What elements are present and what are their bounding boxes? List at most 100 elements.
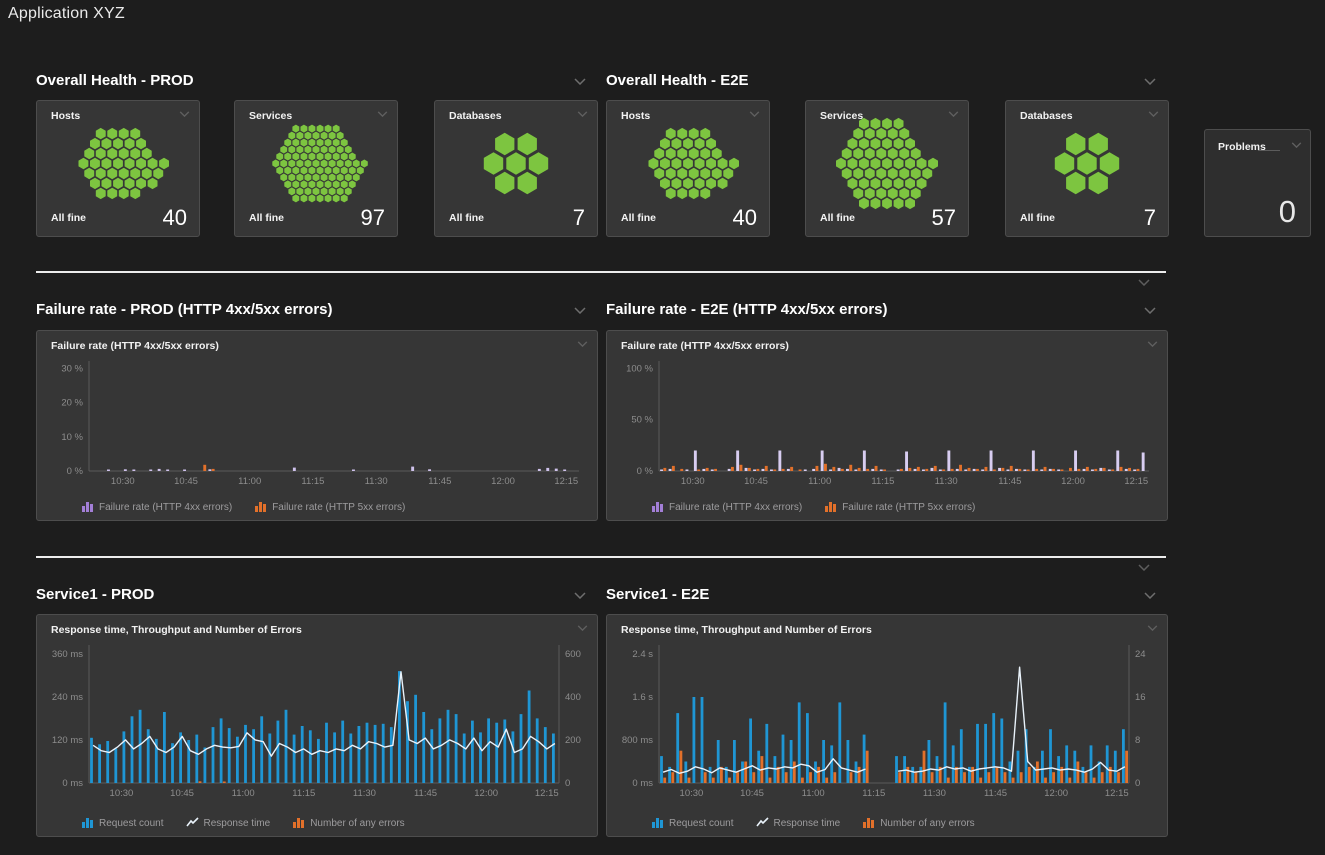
chevron-down-icon[interactable] <box>1291 142 1302 148</box>
bar-chart-icon <box>81 817 94 829</box>
chevron-down-icon[interactable] <box>1147 625 1158 631</box>
count-value: 97 <box>361 205 385 231</box>
failure-prod-chart[interactable]: 30 %20 %10 %0 %10:3010:4511:0011:1511:30… <box>45 357 591 489</box>
legend-item[interactable]: Failure rate (HTTP 5xx errors) <box>254 501 405 513</box>
bar-chart-icon <box>292 817 305 829</box>
chevron-down-icon[interactable] <box>1138 564 1150 571</box>
svg-text:1.6 s: 1.6 s <box>632 692 653 703</box>
chevron-down-icon[interactable] <box>577 341 588 347</box>
chevron-down-icon[interactable] <box>1138 279 1150 286</box>
svg-text:2.4 s: 2.4 s <box>632 649 653 660</box>
svg-text:0: 0 <box>565 778 570 789</box>
health-tile-databases-e2e[interactable]: Databases All fine 7 <box>1005 100 1169 237</box>
legend-item[interactable]: Number of any errors <box>862 817 974 829</box>
section-title-service1-prod: Service1 - PROD <box>36 586 154 603</box>
honeycomb <box>37 115 199 212</box>
legend-item[interactable]: Failure rate (HTTP 5xx errors) <box>824 501 975 513</box>
health-tile-hosts-e2e[interactable]: Hosts All fine 40 <box>606 100 770 237</box>
svg-text:11:00: 11:00 <box>238 476 261 487</box>
chevron-down-icon[interactable] <box>1147 341 1158 347</box>
chart-title: Response time, Throughput and Number of … <box>621 624 872 636</box>
svg-text:24: 24 <box>1135 649 1146 660</box>
count-value: 40 <box>163 205 187 231</box>
section-divider <box>36 271 1166 273</box>
line-chart-icon <box>186 817 199 829</box>
svg-text:8: 8 <box>1135 735 1140 746</box>
problems-tile[interactable]: Problems 0 <box>1204 129 1311 237</box>
bar-chart-icon <box>824 501 837 513</box>
status-label: All fine <box>820 212 855 224</box>
svg-text:11:15: 11:15 <box>862 788 885 799</box>
svg-text:11:45: 11:45 <box>414 788 437 799</box>
chevron-down-icon[interactable] <box>1144 78 1156 85</box>
svg-text:12:00: 12:00 <box>1061 476 1085 487</box>
svg-text:10:45: 10:45 <box>744 476 768 487</box>
chart-title: Failure rate (HTTP 4xx/5xx errors) <box>621 340 789 352</box>
svg-text:12:15: 12:15 <box>1105 788 1129 799</box>
legend-item[interactable]: Request count <box>81 817 164 829</box>
chart-title: Response time, Throughput and Number of … <box>51 624 302 636</box>
svg-text:30 %: 30 % <box>61 363 83 374</box>
chart-svg: 30 %20 %10 %0 %10:3010:4511:0011:1511:30… <box>45 357 591 489</box>
svg-text:10:30: 10:30 <box>680 788 704 799</box>
chart-legend: Failure rate (HTTP 4xx errors) Failure ra… <box>651 501 975 513</box>
svg-text:360 ms: 360 ms <box>52 649 83 660</box>
count-value: 7 <box>1144 205 1156 231</box>
section-title-overall-health-prod: Overall Health - PROD <box>36 72 194 89</box>
failure-e2e-chart[interactable]: 100 %50 %0 %10:3010:4511:0011:1511:3011:… <box>615 357 1161 489</box>
chart-legend: Failure rate (HTTP 4xx errors) Failure ra… <box>81 501 405 513</box>
count-value: 7 <box>573 205 585 231</box>
chevron-down-icon[interactable] <box>1144 592 1156 599</box>
legend-label: Number of any errors <box>310 818 404 829</box>
svg-text:11:15: 11:15 <box>292 788 315 799</box>
chevron-down-icon[interactable] <box>574 78 586 85</box>
count-value: 40 <box>733 205 757 231</box>
chart-tile-failure-prod: Failure rate (HTTP 4xx/5xx errors) 30 %2… <box>36 330 598 521</box>
chart-tile-service1-prod: Response time, Throughput and Number of … <box>36 614 598 837</box>
filter-rule <box>1258 150 1280 151</box>
legend-item[interactable]: Number of any errors <box>292 817 404 829</box>
svg-text:11:45: 11:45 <box>984 788 1007 799</box>
svg-text:0 %: 0 % <box>637 466 654 477</box>
svg-text:50 %: 50 % <box>631 415 653 426</box>
honeycomb <box>1006 115 1168 212</box>
service1-e2e-chart[interactable]: 2.4 s1.6 s800 ms0 ms24168010:3010:4511:0… <box>615 641 1161 801</box>
health-tile-databases-prod[interactable]: Databases All fine 7 <box>434 100 598 237</box>
legend-label: Failure rate (HTTP 5xx errors) <box>842 502 975 513</box>
honeycomb-svg <box>235 115 397 212</box>
chevron-down-icon[interactable] <box>577 625 588 631</box>
health-tile-services-e2e[interactable]: Services All fine 57 <box>805 100 969 237</box>
section-title-service1-e2e: Service1 - E2E <box>606 586 709 603</box>
legend-item[interactable]: Response time <box>186 817 271 829</box>
chevron-down-icon[interactable] <box>574 307 586 314</box>
chevron-down-icon[interactable] <box>1144 307 1156 314</box>
health-tile-services-prod[interactable]: Services All fine 97 <box>234 100 398 237</box>
svg-text:10:30: 10:30 <box>111 476 135 487</box>
legend-label: Request count <box>99 818 164 829</box>
service1-prod-chart[interactable]: 360 ms240 ms120 ms0 ms600400200010:3010:… <box>45 641 591 801</box>
svg-text:12:00: 12:00 <box>1044 788 1068 799</box>
status-label: All fine <box>449 212 484 224</box>
svg-text:12:15: 12:15 <box>535 788 559 799</box>
bar-chart-icon <box>651 501 664 513</box>
svg-text:240 ms: 240 ms <box>52 692 83 703</box>
honeycomb <box>806 115 968 212</box>
status-label: All fine <box>51 212 86 224</box>
legend-item[interactable]: Failure rate (HTTP 4xx errors) <box>81 501 232 513</box>
section-title-failure-e2e: Failure rate - E2E (HTTP 4xx/5xx errors) <box>606 301 888 318</box>
honeycomb <box>235 115 397 212</box>
svg-text:100 %: 100 % <box>626 363 653 374</box>
honeycomb-svg <box>435 115 597 212</box>
legend-item[interactable]: Failure rate (HTTP 4xx errors) <box>651 501 802 513</box>
svg-text:10:30: 10:30 <box>681 476 705 487</box>
svg-text:200: 200 <box>565 735 581 746</box>
legend-item[interactable]: Response time <box>756 817 841 829</box>
tile-title: Problems <box>1218 141 1266 153</box>
svg-text:10:45: 10:45 <box>174 476 198 487</box>
svg-text:10 %: 10 % <box>61 432 83 443</box>
legend-item[interactable]: Request count <box>651 817 734 829</box>
health-tile-hosts-prod[interactable]: Hosts All fine 40 <box>36 100 200 237</box>
svg-text:11:45: 11:45 <box>428 476 451 487</box>
svg-text:12:15: 12:15 <box>1124 476 1148 487</box>
chevron-down-icon[interactable] <box>574 592 586 599</box>
